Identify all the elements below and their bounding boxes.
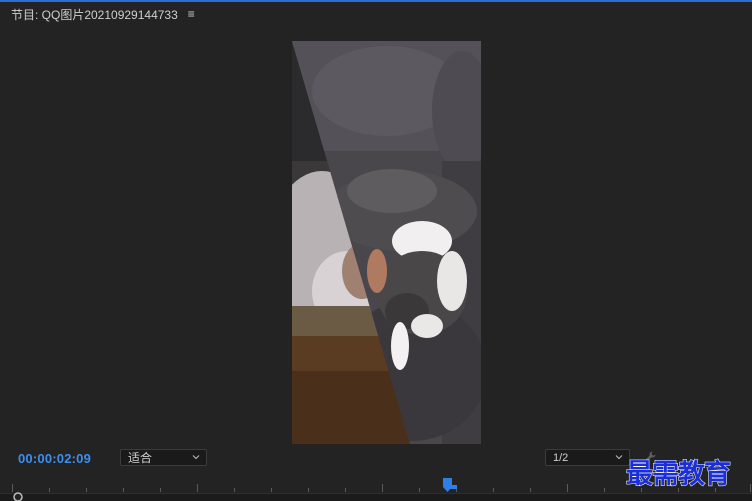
timeline-ruler[interactable]: [0, 472, 752, 501]
hamburger-menu-icon[interactable]: ≡: [188, 7, 195, 21]
chevron-down-icon: [615, 455, 623, 460]
playback-resolution-dropdown[interactable]: 1/2: [545, 449, 630, 466]
video-frame-image: [292, 41, 481, 444]
zoom-scroll-bar[interactable]: [0, 493, 752, 501]
playhead-marker-icon[interactable]: [441, 477, 457, 493]
playhead-timecode[interactable]: 00:00:02:09: [18, 451, 91, 466]
zoom-fit-dropdown[interactable]: 适合: [120, 449, 207, 466]
program-monitor-viewer[interactable]: [292, 41, 481, 444]
zoom-handle-icon[interactable]: [12, 491, 24, 501]
chevron-down-icon: [192, 455, 200, 460]
zoom-fit-value: 适合: [128, 451, 153, 465]
panel-header: 节目: QQ图片20210929144733 ≡: [0, 2, 752, 26]
panel-title[interactable]: 节目: QQ图片20210929144733: [11, 6, 178, 23]
playback-resolution-value: 1/2: [553, 451, 569, 464]
ruler-ticks: [12, 484, 751, 492]
